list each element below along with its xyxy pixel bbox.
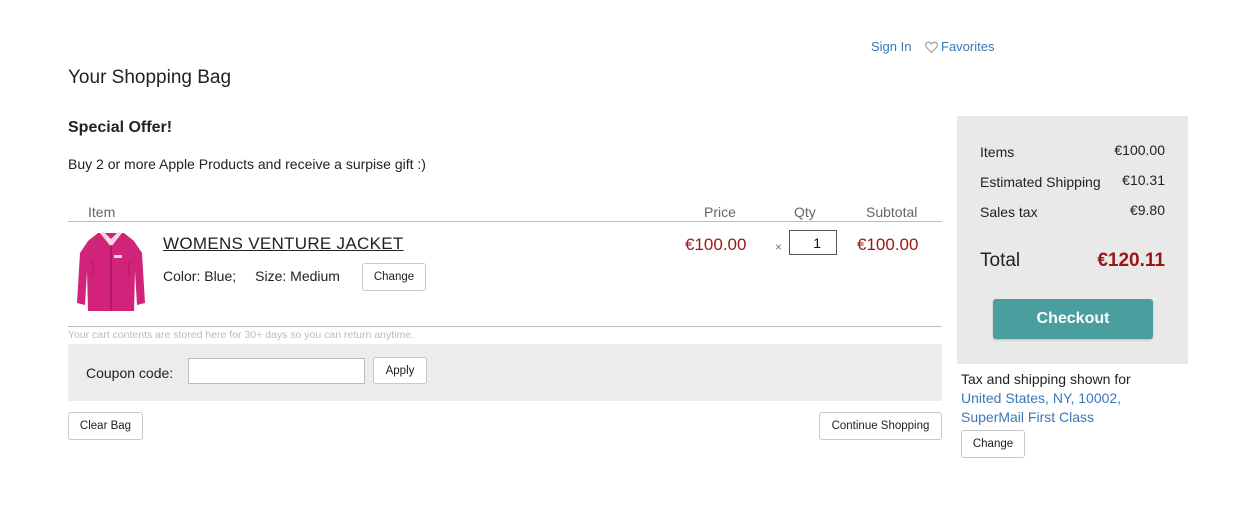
shipping-method-link[interactable]: SuperMail First Class xyxy=(961,409,1094,425)
column-header-subtotal: Subtotal xyxy=(866,204,918,220)
product-name-link[interactable]: WOMENS VENTURE JACKET xyxy=(163,234,404,254)
product-attributes: Color: Blue; Size: Medium xyxy=(163,268,340,284)
sign-in-link[interactable]: Sign In xyxy=(871,39,911,54)
product-size: Size: Medium xyxy=(255,268,340,284)
item-price: €100.00 xyxy=(685,235,747,254)
change-shipping-button[interactable]: Change xyxy=(961,430,1025,458)
offer-title: Special Offer! xyxy=(68,119,173,136)
summary-items-value: €100.00 xyxy=(1114,142,1165,158)
favorites-link[interactable]: Favorites xyxy=(925,39,994,54)
shipping-location-link[interactable]: United States, NY, 10002, xyxy=(961,390,1121,406)
offer-text: Buy 2 or more Apple Products and receive… xyxy=(68,156,426,172)
apply-coupon-button[interactable]: Apply xyxy=(373,357,427,384)
continue-shopping-button[interactable]: Continue Shopping xyxy=(819,412,942,440)
summary-items-label: Items xyxy=(980,144,1015,160)
summary-total-value: €120.11 xyxy=(1097,250,1165,271)
summary-tax-label: Sales tax xyxy=(980,204,1038,220)
page-title: Your Shopping Bag xyxy=(68,67,232,88)
summary-shipping-label: Estimated Shipping xyxy=(980,174,1101,190)
summary-tax-value: €9.80 xyxy=(1129,202,1165,218)
clear-bag-button[interactable]: Clear Bag xyxy=(68,412,143,440)
table-bottom-divider xyxy=(68,326,942,327)
heart-icon xyxy=(925,41,938,53)
summary-shipping-value: €10.31 xyxy=(1122,172,1165,188)
product-color: Color: Blue; xyxy=(163,268,237,284)
table-header-divider xyxy=(68,221,942,222)
shipping-info-label: Tax and shipping shown for xyxy=(961,371,1131,387)
cart-storage-note: Your cart contents are stored here for 3… xyxy=(68,329,415,341)
product-image[interactable] xyxy=(76,231,146,312)
summary-total-label: Total xyxy=(980,250,1021,271)
item-subtotal: €100.00 xyxy=(857,235,919,254)
coupon-input[interactable] xyxy=(188,358,365,384)
quantity-input[interactable] xyxy=(789,230,837,255)
coupon-label: Coupon code: xyxy=(86,365,174,381)
column-header-qty: Qty xyxy=(794,204,816,220)
favorites-label: Favorites xyxy=(941,39,995,54)
column-header-price: Price xyxy=(704,204,736,220)
change-item-button[interactable]: Change xyxy=(362,263,426,291)
checkout-button[interactable]: Checkout xyxy=(993,299,1153,339)
times-symbol: × xyxy=(775,240,783,254)
column-header-item: Item xyxy=(88,204,116,220)
